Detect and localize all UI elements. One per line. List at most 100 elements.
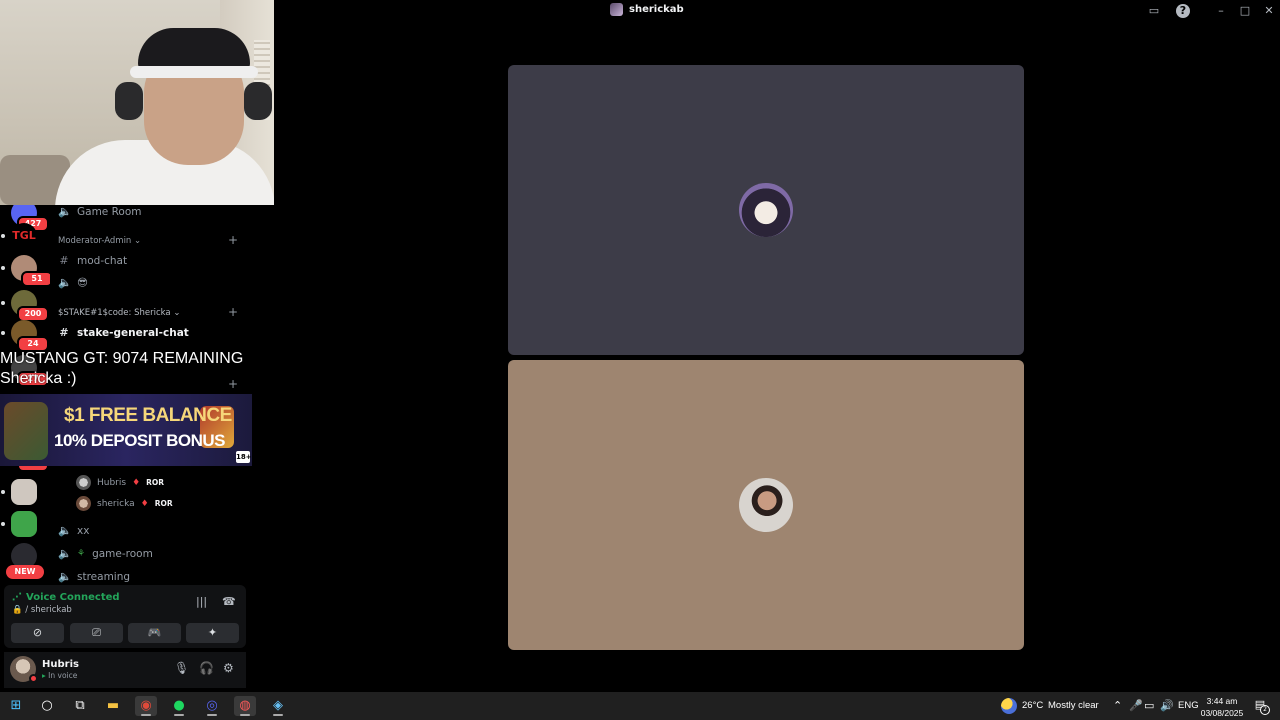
channel-label: 😎 <box>77 276 88 289</box>
minimize-icon[interactable]: – <box>1214 4 1228 18</box>
promo-banner: $1 FREE BALANCE 10% DEPOSIT BONUS 18+ <box>0 394 252 466</box>
participant-tile[interactable] <box>508 65 1024 355</box>
voice-user[interactable]: Hubris ♦ ROR <box>76 475 164 490</box>
voice-channel-game-room[interactable]: 🔈 Game Room <box>58 205 142 218</box>
add-channel-icon[interactable]: + <box>228 233 238 247</box>
dragon-icon: ⚘ <box>77 548 86 559</box>
notification-count: 2 <box>1260 705 1270 715</box>
game-icon[interactable]: ◍ <box>234 696 256 716</box>
camera-off-icon[interactable]: ⊘ <box>11 623 64 643</box>
chrome-icon[interactable]: ◉ <box>135 696 157 716</box>
banner-headline: $1 FREE BALANCE <box>64 405 232 426</box>
voice-status-label[interactable]: Voice Connected <box>26 592 120 603</box>
user-tag: ROR <box>146 478 165 487</box>
clock[interactable]: 3:44 am 03/08/2025 <box>1200 695 1244 719</box>
unread-dot <box>1 331 5 335</box>
noise-suppression-icon[interactable]: ||| <box>196 595 207 608</box>
username[interactable]: Hubris <box>42 659 79 670</box>
discord-icon[interactable]: ◎ <box>201 696 223 716</box>
avatar <box>76 496 91 511</box>
server-icon[interactable]: 200 <box>1 290 49 322</box>
gear-icon[interactable]: ⚙ <box>223 661 234 675</box>
mention-badge: 51 <box>21 271 53 287</box>
screen-share-icon[interactable]: ⎚ <box>70 623 123 643</box>
task-view-icon[interactable]: ⧉ <box>69 696 91 716</box>
unread-dot <box>1 522 5 526</box>
server-icon[interactable] <box>1 479 37 505</box>
user-bar: Hubris ▸ In voice 🎙 🎧 ⚙ <box>4 652 246 688</box>
participant-tile[interactable] <box>508 360 1024 650</box>
language-indicator[interactable]: ENG <box>1178 700 1199 711</box>
speaker-icon: 🔈 <box>58 524 72 537</box>
search-icon[interactable]: ○ <box>36 696 58 716</box>
maximize-icon[interactable]: □ <box>1238 4 1252 18</box>
channel-label: mod-chat <box>77 254 128 267</box>
channel-label: stake-general-chat <box>77 326 189 339</box>
server-icon[interactable]: 51 <box>1 255 53 287</box>
chevron-up-icon[interactable]: ⌃ <box>1113 699 1122 712</box>
weather-icon[interactable] <box>1001 698 1017 714</box>
spotify-icon[interactable]: ● <box>168 696 190 716</box>
user-status-label: In voice <box>48 671 78 680</box>
disconnect-icon[interactable]: ☎ <box>222 595 236 608</box>
file-explorer-icon[interactable]: ▬ <box>102 696 124 716</box>
windows-icon[interactable]: ⊞ <box>5 696 27 716</box>
avatar <box>76 475 91 490</box>
voice-channel-game-room-2[interactable]: 🔈 ⚘ game-room <box>58 547 153 560</box>
new-badge: NEW <box>6 565 44 579</box>
signal-icon: ▸ <box>42 671 46 680</box>
close-icon[interactable]: ✕ <box>1262 4 1276 18</box>
window-title: sherickab <box>610 3 684 16</box>
steam-icon[interactable]: ◈ <box>267 696 289 716</box>
ticker-line: MUSTANG GT: 9074 REMAINING <box>0 350 244 367</box>
chevron-down-icon: ⌄ <box>173 308 181 318</box>
server-icon[interactable]: TGL <box>1 223 37 249</box>
channel-label: game-room <box>92 547 153 560</box>
help-icon[interactable]: ? <box>1176 4 1190 18</box>
category-stake[interactable]: $STAKE#1$code: Shericka ⌄ <box>58 308 180 318</box>
hashtag-icon: # <box>59 254 69 267</box>
age-badge: 18+ <box>236 451 252 463</box>
speaker-icon: 🔈 <box>58 547 72 560</box>
weather-temp[interactable]: 26°C <box>1022 700 1043 711</box>
channel-label: Game Room <box>77 205 142 218</box>
microphone-icon[interactable]: 🎙 <box>174 661 189 675</box>
text-channel-mod-chat[interactable]: # mod-chat <box>58 254 127 267</box>
category-moderator-admin[interactable]: Moderator-Admin ⌄ <box>58 236 141 246</box>
soundboard-icon[interactable]: ✦ <box>186 623 239 643</box>
chevron-down-icon: ⌄ <box>134 236 142 246</box>
weather-desc[interactable]: Mostly clear <box>1048 700 1099 711</box>
speaker-icon: 🔈 <box>58 276 72 289</box>
text-channel-stake-general-chat[interactable]: # stake-general-chat <box>58 326 189 339</box>
voice-channel-name[interactable]: 🔒 / sherickab <box>12 605 72 615</box>
inbox-icon[interactable]: ▭ <box>1147 4 1161 18</box>
clock-date: 03/08/2025 <box>1200 708 1244 718</box>
headphone-right <box>244 82 272 120</box>
banner-art <box>4 402 48 460</box>
microphone-icon[interactable]: 🎤 <box>1129 699 1143 712</box>
voice-channel-label: / sherickab <box>25 605 72 615</box>
server-icon[interactable]: 24 <box>1 320 49 352</box>
participant-avatar <box>739 183 793 237</box>
flame-icon: ♦ <box>140 498 149 509</box>
headphones-icon[interactable]: 🎧 <box>199 661 214 675</box>
channel-label: xx <box>77 524 90 537</box>
voice-user[interactable]: shericka ♦ ROR <box>76 496 173 511</box>
participant-avatar <box>739 478 793 532</box>
voice-channel-streaming[interactable]: 🔈 streaming <box>58 570 130 583</box>
user-tag: ROR <box>154 499 173 508</box>
network-icon[interactable]: ▭ <box>1144 699 1154 712</box>
voice-channel-xx[interactable]: 🔈 xx <box>58 524 89 537</box>
signal-icon: ⋰ <box>12 592 22 603</box>
taskbar: ⊞ ○ ⧉ ▬ ◉ ● ◎ ◍ ◈ 26°C Mostly clear ⌃ 🎤 … <box>0 692 1280 720</box>
webcam-overlay <box>0 0 274 205</box>
voice-panel: ⋰ Voice Connected 🔒 / sherickab ||| ☎ ⊘ … <box>4 585 246 648</box>
volume-icon[interactable]: 🔊 <box>1160 699 1174 712</box>
hashtag-icon: # <box>59 326 69 339</box>
unread-dot <box>1 301 5 305</box>
activity-icon[interactable]: 🎮 <box>128 623 181 643</box>
voice-channel-emoji[interactable]: 🔈 😎 <box>58 276 88 289</box>
server-icon[interactable] <box>1 511 37 537</box>
add-channel-icon[interactable]: + <box>228 305 238 319</box>
category-label: $STAKE#1$code: Shericka <box>58 308 171 318</box>
